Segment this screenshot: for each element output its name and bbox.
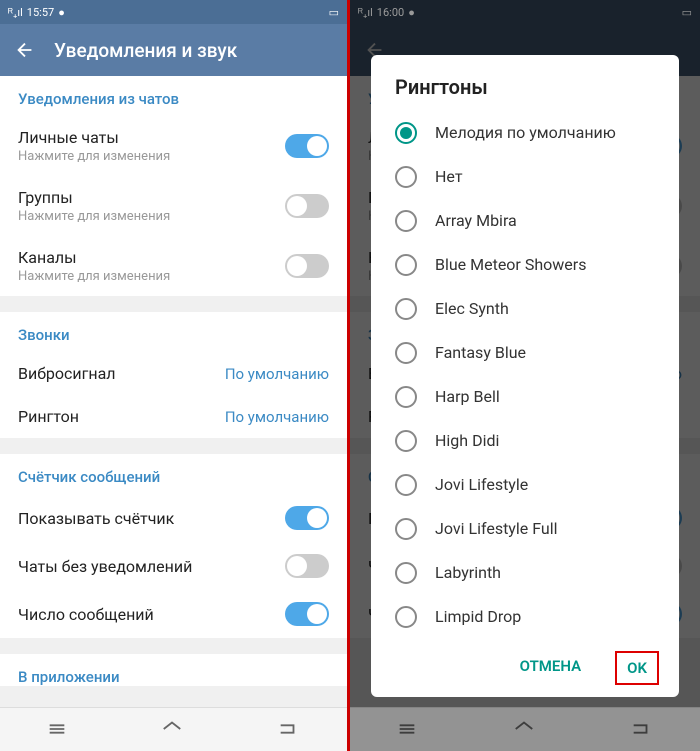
page-title: Уведомления и звук — [54, 39, 237, 62]
radio-label: Jovi Lifestyle Full — [435, 519, 558, 538]
toggle-channels[interactable] — [285, 254, 329, 278]
row-title: Каналы — [18, 248, 285, 267]
dialog-actions: ОТМЕНА OK — [371, 639, 679, 697]
radio-icon — [395, 342, 417, 364]
radio-icon — [395, 210, 417, 232]
section-calls: Звонки — [0, 312, 347, 352]
menu-icon[interactable] — [46, 718, 70, 742]
section-counter: Счётчик сообщений — [0, 454, 347, 494]
row-sub: Нажмите для изменения — [18, 149, 285, 164]
radio-label: Jovi Lifestyle — [435, 475, 528, 494]
settings-content: Уведомления из чатов Личные чаты Нажмите… — [0, 76, 347, 707]
cancel-button[interactable]: ОТМЕНА — [510, 651, 592, 685]
radio-icon — [395, 474, 417, 496]
status-time: 15:57 — [27, 6, 54, 19]
radio-list: Мелодия по умолчанию Нет Array Mbira Blue M… — [371, 111, 679, 639]
section-chats: Уведомления из чатов — [0, 76, 347, 116]
radio-option[interactable]: Array Mbira — [371, 199, 679, 243]
radio-label: Array Mbira — [435, 211, 517, 230]
row-ringtone[interactable]: Рингтон По умолчанию — [0, 395, 347, 438]
back-nav-icon[interactable] — [277, 718, 301, 742]
radio-option[interactable]: Jovi Lifestyle — [371, 463, 679, 507]
radio-icon — [395, 518, 417, 540]
dialog-title: Рингтоны — [371, 75, 679, 111]
row-value: По умолчанию — [225, 408, 329, 426]
toggle-groups[interactable] — [285, 194, 329, 218]
row-value: По умолчанию — [225, 365, 329, 383]
radio-option[interactable]: Harp Bell — [371, 375, 679, 419]
row-groups[interactable]: Группы Нажмите для изменения — [0, 176, 347, 236]
radio-option[interactable]: Labyrinth — [371, 551, 679, 595]
radio-label: Blue Meteor Showers — [435, 255, 586, 274]
radio-label: Мелодия по умолчанию — [435, 123, 616, 142]
radio-icon — [395, 386, 417, 408]
toggle-private[interactable] — [285, 134, 329, 158]
ok-button[interactable]: OK — [615, 651, 659, 685]
radio-icon — [395, 298, 417, 320]
settings-screen: ᴿ₊ıl 15:57 ● ▭ Уведомления и звук Уведом… — [0, 0, 350, 751]
radio-label: Limpid Drop — [435, 607, 521, 626]
radio-label: Нет — [435, 167, 463, 186]
row-title: Чаты без уведомлений — [18, 557, 192, 576]
nav-bar — [0, 707, 347, 751]
radio-label: High Didi — [435, 431, 499, 450]
row-title: Рингтон — [18, 407, 79, 426]
row-title: Группы — [18, 188, 285, 207]
radio-icon — [395, 166, 417, 188]
row-muted-chats[interactable]: Чаты без уведомлений — [0, 542, 347, 590]
radio-icon — [395, 606, 417, 628]
radio-option[interactable]: Fantasy Blue — [371, 331, 679, 375]
toggle-show-counter[interactable] — [285, 506, 329, 530]
row-count-messages[interactable]: Число сообщений — [0, 590, 347, 638]
row-title: Личные чаты — [18, 128, 285, 147]
ringtone-screen: ᴿ₊ıl 16:00 ● ▭ Ув ЛиНа ГрНа КаНа Зв Вию … — [350, 0, 700, 751]
row-title: Вибросигнал — [18, 364, 116, 383]
header: Уведомления и звук — [0, 24, 347, 76]
row-private-chats[interactable]: Личные чаты Нажмите для изменения — [0, 116, 347, 176]
row-sub: Нажмите для изменения — [18, 269, 285, 284]
radio-option[interactable]: Elec Synth — [371, 287, 679, 331]
radio-option[interactable]: Jovi Lifestyle Full — [371, 507, 679, 551]
radio-option[interactable]: Limpid Drop — [371, 595, 679, 639]
radio-icon — [395, 122, 417, 144]
radio-icon — [395, 562, 417, 584]
back-icon[interactable] — [14, 39, 36, 61]
toggle-count[interactable] — [285, 602, 329, 626]
radio-option[interactable]: Мелодия по умолчанию — [371, 111, 679, 155]
row-show-counter[interactable]: Показывать счётчик — [0, 494, 347, 542]
row-title: Показывать счётчик — [18, 509, 174, 528]
radio-option[interactable]: Blue Meteor Showers — [371, 243, 679, 287]
status-bar: ᴿ₊ıl 15:57 ● ▭ — [0, 0, 347, 24]
toggle-muted[interactable] — [285, 554, 329, 578]
radio-icon — [395, 254, 417, 276]
battery-icon: ▭ — [329, 6, 339, 19]
dialog-overlay: Рингтоны Мелодия по умолчанию Нет Array Mb… — [350, 0, 700, 751]
radio-icon — [395, 430, 417, 452]
row-vibro[interactable]: Вибросигнал По умолчанию — [0, 352, 347, 395]
radio-label: Fantasy Blue — [435, 343, 526, 362]
radio-label: Harp Bell — [435, 387, 500, 406]
radio-option[interactable]: High Didi — [371, 419, 679, 463]
radio-label: Labyrinth — [435, 563, 501, 582]
home-icon[interactable] — [161, 718, 185, 742]
signal-icon: ᴿ₊ıl — [8, 6, 23, 19]
section-app: В приложении — [0, 654, 347, 686]
radio-option[interactable]: Нет — [371, 155, 679, 199]
row-channels[interactable]: Каналы Нажмите для изменения — [0, 236, 347, 296]
dot-icon: ● — [58, 6, 65, 19]
row-sub: Нажмите для изменения — [18, 209, 285, 224]
ringtone-dialog: Рингтоны Мелодия по умолчанию Нет Array Mb… — [371, 55, 679, 697]
row-title: Число сообщений — [18, 605, 154, 624]
radio-label: Elec Synth — [435, 299, 509, 318]
